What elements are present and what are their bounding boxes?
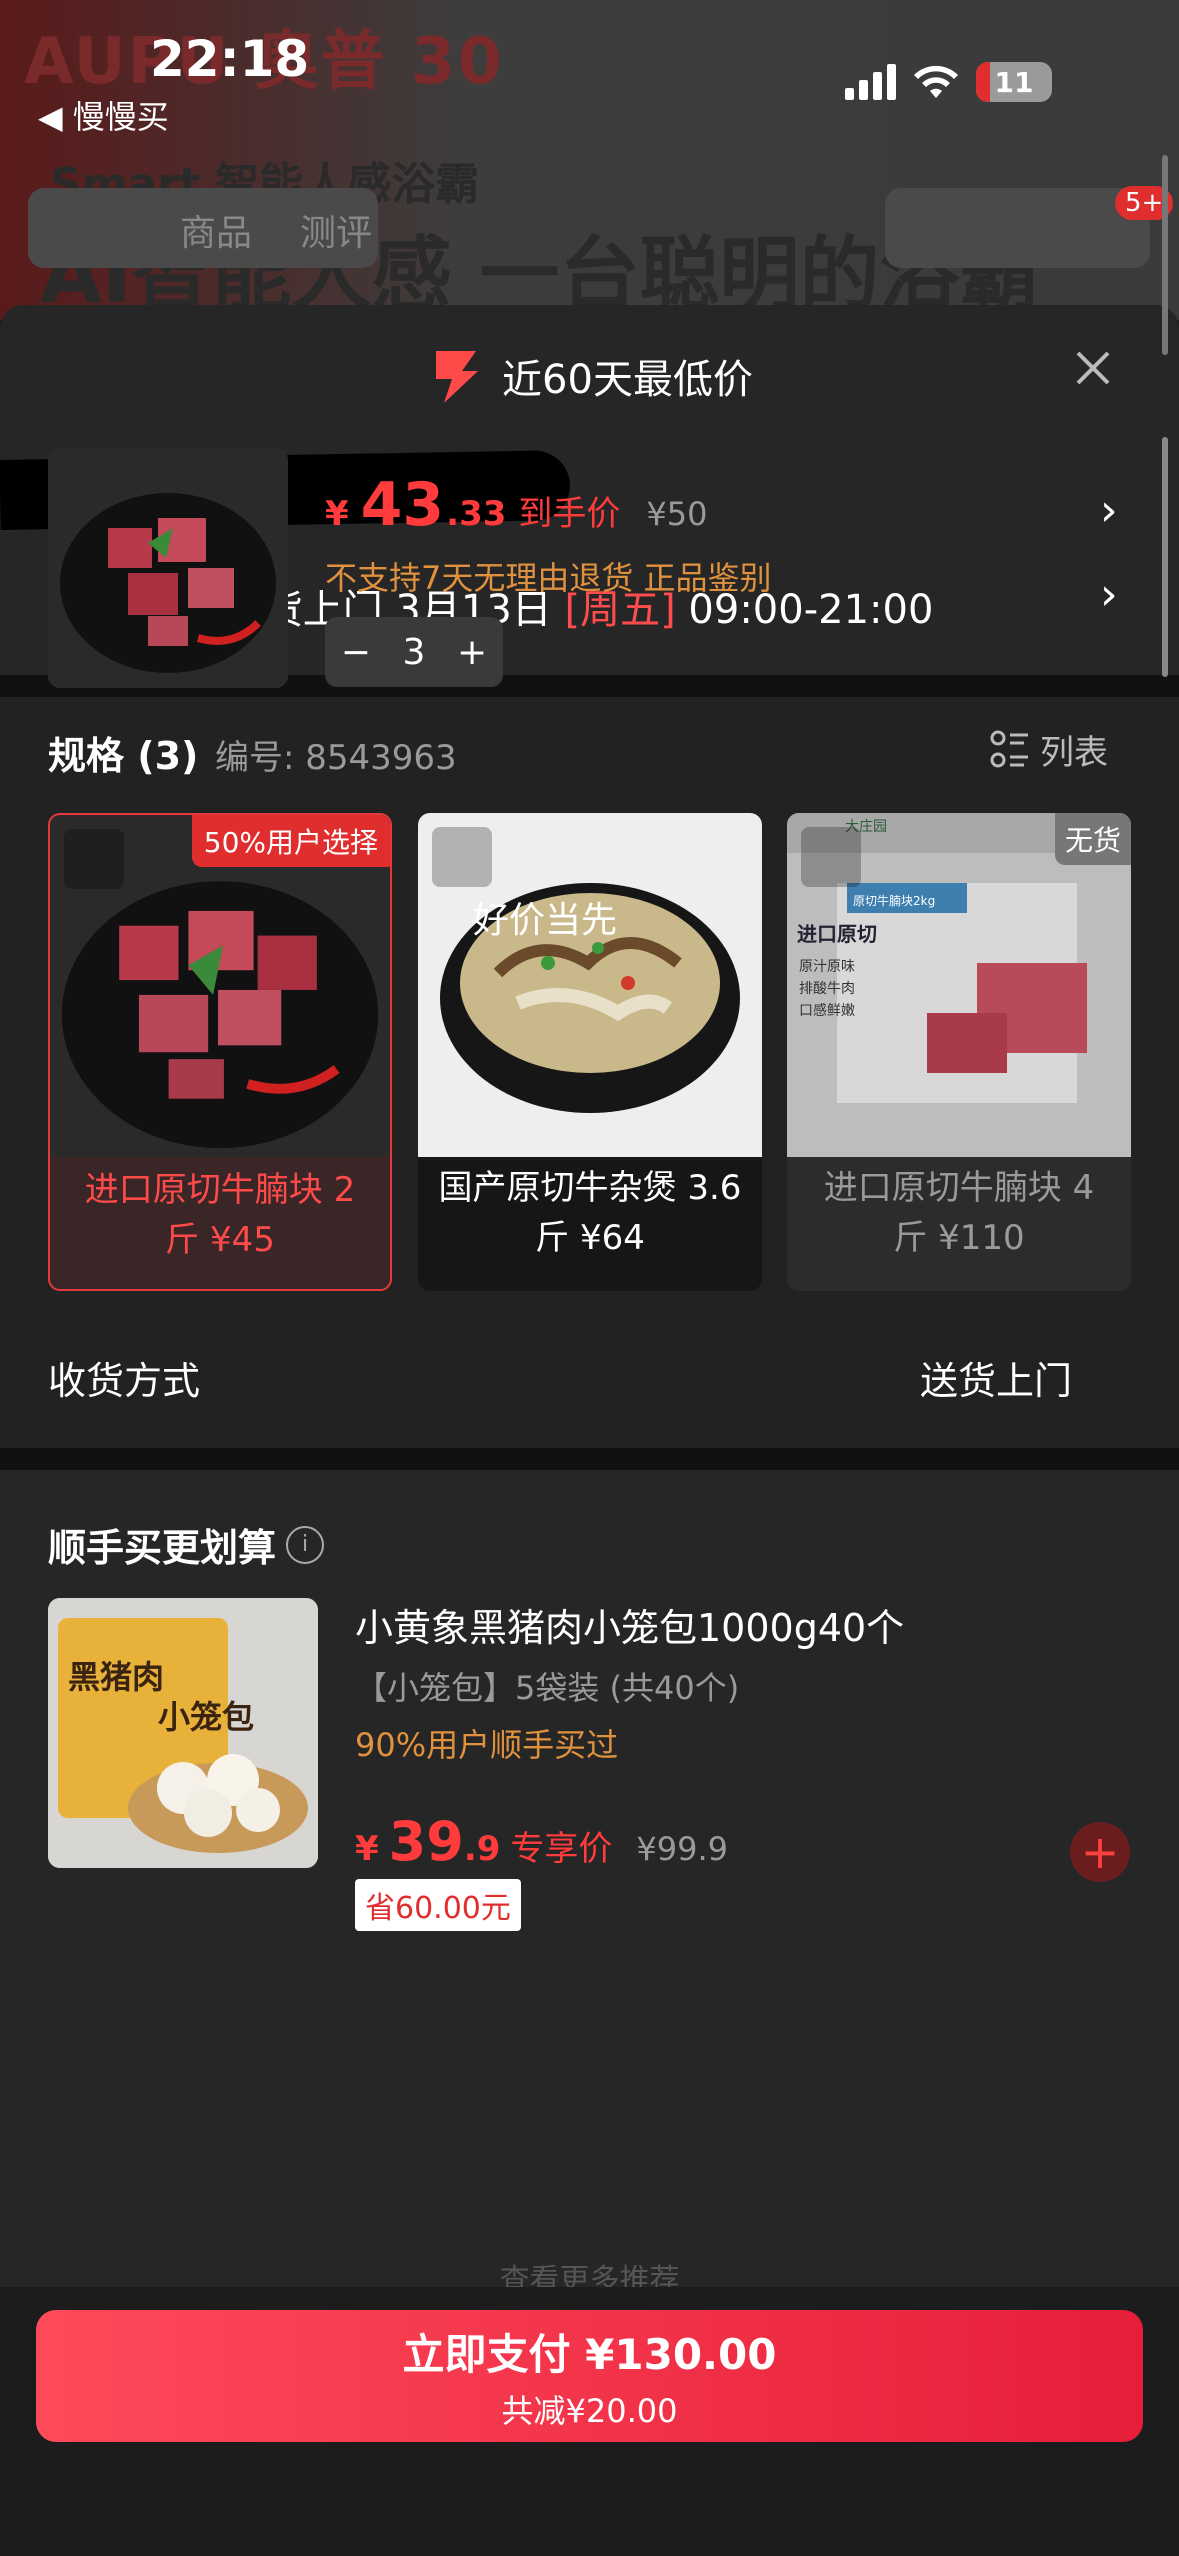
background-actions [885, 188, 1150, 268]
cellular-signal-icon [845, 64, 896, 100]
pay-now-label: 立即支付 ¥130.00 [402, 2329, 777, 2379]
quantity-value[interactable]: 3 [403, 632, 426, 673]
original-price: ¥99.9 [636, 1830, 729, 1868]
info-icon[interactable]: i [286, 1525, 325, 1564]
spec-title: 规格 (3) [48, 734, 199, 778]
out-of-stock-badge: 无货 [1054, 813, 1131, 865]
close-icon[interactable] [1070, 345, 1116, 391]
decrease-button[interactable]: − [341, 632, 371, 673]
product-thumbnail[interactable] [48, 448, 288, 688]
price-integer: 39 [388, 1810, 464, 1873]
price-type-label: 专享价 [510, 1829, 613, 1869]
package-feature-text: 排酸牛肉 [799, 981, 855, 997]
addon-item-spec: 【小笼包】5袋装 (共40个) [355, 1669, 740, 1707]
addon-item-name[interactable]: 小黄象黑猪肉小笼包1000g40个 [355, 1597, 904, 1652]
battery-icon: 11 [976, 62, 1052, 102]
list-label: 列表 [1040, 733, 1108, 773]
addon-section [0, 1470, 1179, 2290]
expand-icon[interactable] [64, 829, 124, 889]
chevron-right-icon[interactable]: › [1100, 569, 1118, 620]
scrollbar[interactable] [1162, 437, 1168, 677]
lowest-price-label: 近60天最低价 [502, 357, 753, 403]
price-integer: 43 [360, 470, 445, 540]
price-decimal: .33 [446, 494, 507, 534]
list-view-toggle[interactable]: 列表 [990, 725, 1108, 774]
addon-title-text: 顺手买更划算 [48, 1526, 277, 1570]
package-text: 小笼包 [158, 1698, 254, 1736]
increase-button[interactable]: + [457, 632, 487, 673]
chevron-right-icon[interactable]: › [1100, 485, 1118, 536]
package-spec-text: 原切牛腩块2kg [853, 893, 935, 908]
package-title-text: 进口原切 [797, 922, 877, 946]
back-to-app-link[interactable]: ◀ 慢慢买 [38, 92, 169, 138]
tab-review[interactable]: 测评 [300, 204, 372, 256]
addon-item-thumbnail[interactable]: 黑猪肉 小笼包 [48, 1598, 318, 1868]
price-type-label: 到手价 [518, 494, 621, 534]
receive-method-value[interactable]: 送货上门 [920, 1350, 1072, 1405]
lightning-icon [436, 351, 479, 403]
spec-option-label: 进口原切牛腩块 2斤 ¥45 [84, 1170, 356, 1260]
scrollbar[interactable] [1162, 155, 1168, 355]
return-policy: 不支持7天无理由退货 正品鉴别 [325, 559, 772, 597]
original-price: ¥50 [646, 495, 708, 533]
spec-option-label: 国产原切牛杂煲 3.6斤 ¥64 [418, 1157, 762, 1291]
package-feature-text: 原汁原味 [799, 959, 855, 975]
spec-number: 编号: 8543963 [215, 738, 457, 778]
addon-item-stat: 90%用户顺手买过 [355, 1726, 619, 1764]
product-price: ¥43.33 到手价 ¥50 [325, 470, 707, 540]
expand-icon[interactable] [432, 827, 492, 887]
add-to-order-button[interactable]: + [1070, 1822, 1130, 1882]
wifi-icon [914, 65, 958, 98]
deal-overlay: 好价当先 [473, 900, 618, 941]
addon-item-price: ¥39.9 专享价 ¥99.9 [355, 1810, 728, 1873]
spec-option-3[interactable]: 大庄园 原切牛腩块2kg 进口原切 原汁原味 排酸牛肉 口感鲜嫩 无货 进口原切… [787, 813, 1131, 1291]
status-time: 22:18 [150, 30, 310, 88]
currency-symbol: ¥ [325, 494, 349, 534]
spec-option-1[interactable]: 50%用户选择 进口原切牛腩块 2斤 ¥45 [48, 813, 392, 1291]
price-decimal: .9 [463, 1829, 501, 1869]
addon-title: 顺手买更划算 i [48, 1517, 325, 1572]
quantity-stepper: − 3 + [325, 617, 503, 687]
pay-now-button[interactable]: 立即支付 ¥130.00 共减¥20.00 [36, 2310, 1143, 2442]
lowest-price-banner: 近60天最低价 [0, 345, 1179, 407]
spec-option-2[interactable]: 好价当先 国产原切牛杂煲 3.6斤 ¥64 [418, 813, 762, 1291]
expand-icon[interactable] [801, 827, 861, 887]
list-icon [990, 730, 1028, 767]
package-text: 黑猪肉 [68, 1658, 164, 1696]
total-discount-label: 共减¥20.00 [501, 2391, 678, 2430]
savings-badge: 省60.00元 [355, 1879, 521, 1931]
spec-option-label: 进口原切牛腩块 4斤 ¥110 [823, 1168, 1095, 1258]
currency-symbol: ¥ [355, 1829, 379, 1869]
package-feature-text: 口感鲜嫩 [799, 1002, 855, 1019]
popular-badge: 50%用户选择 [191, 815, 390, 867]
tab-product[interactable]: 商品 [180, 204, 252, 256]
status-icons: 11 [845, 60, 1052, 104]
section-divider [0, 1448, 1179, 1470]
receive-method-label: 收货方式 [48, 1359, 201, 1403]
